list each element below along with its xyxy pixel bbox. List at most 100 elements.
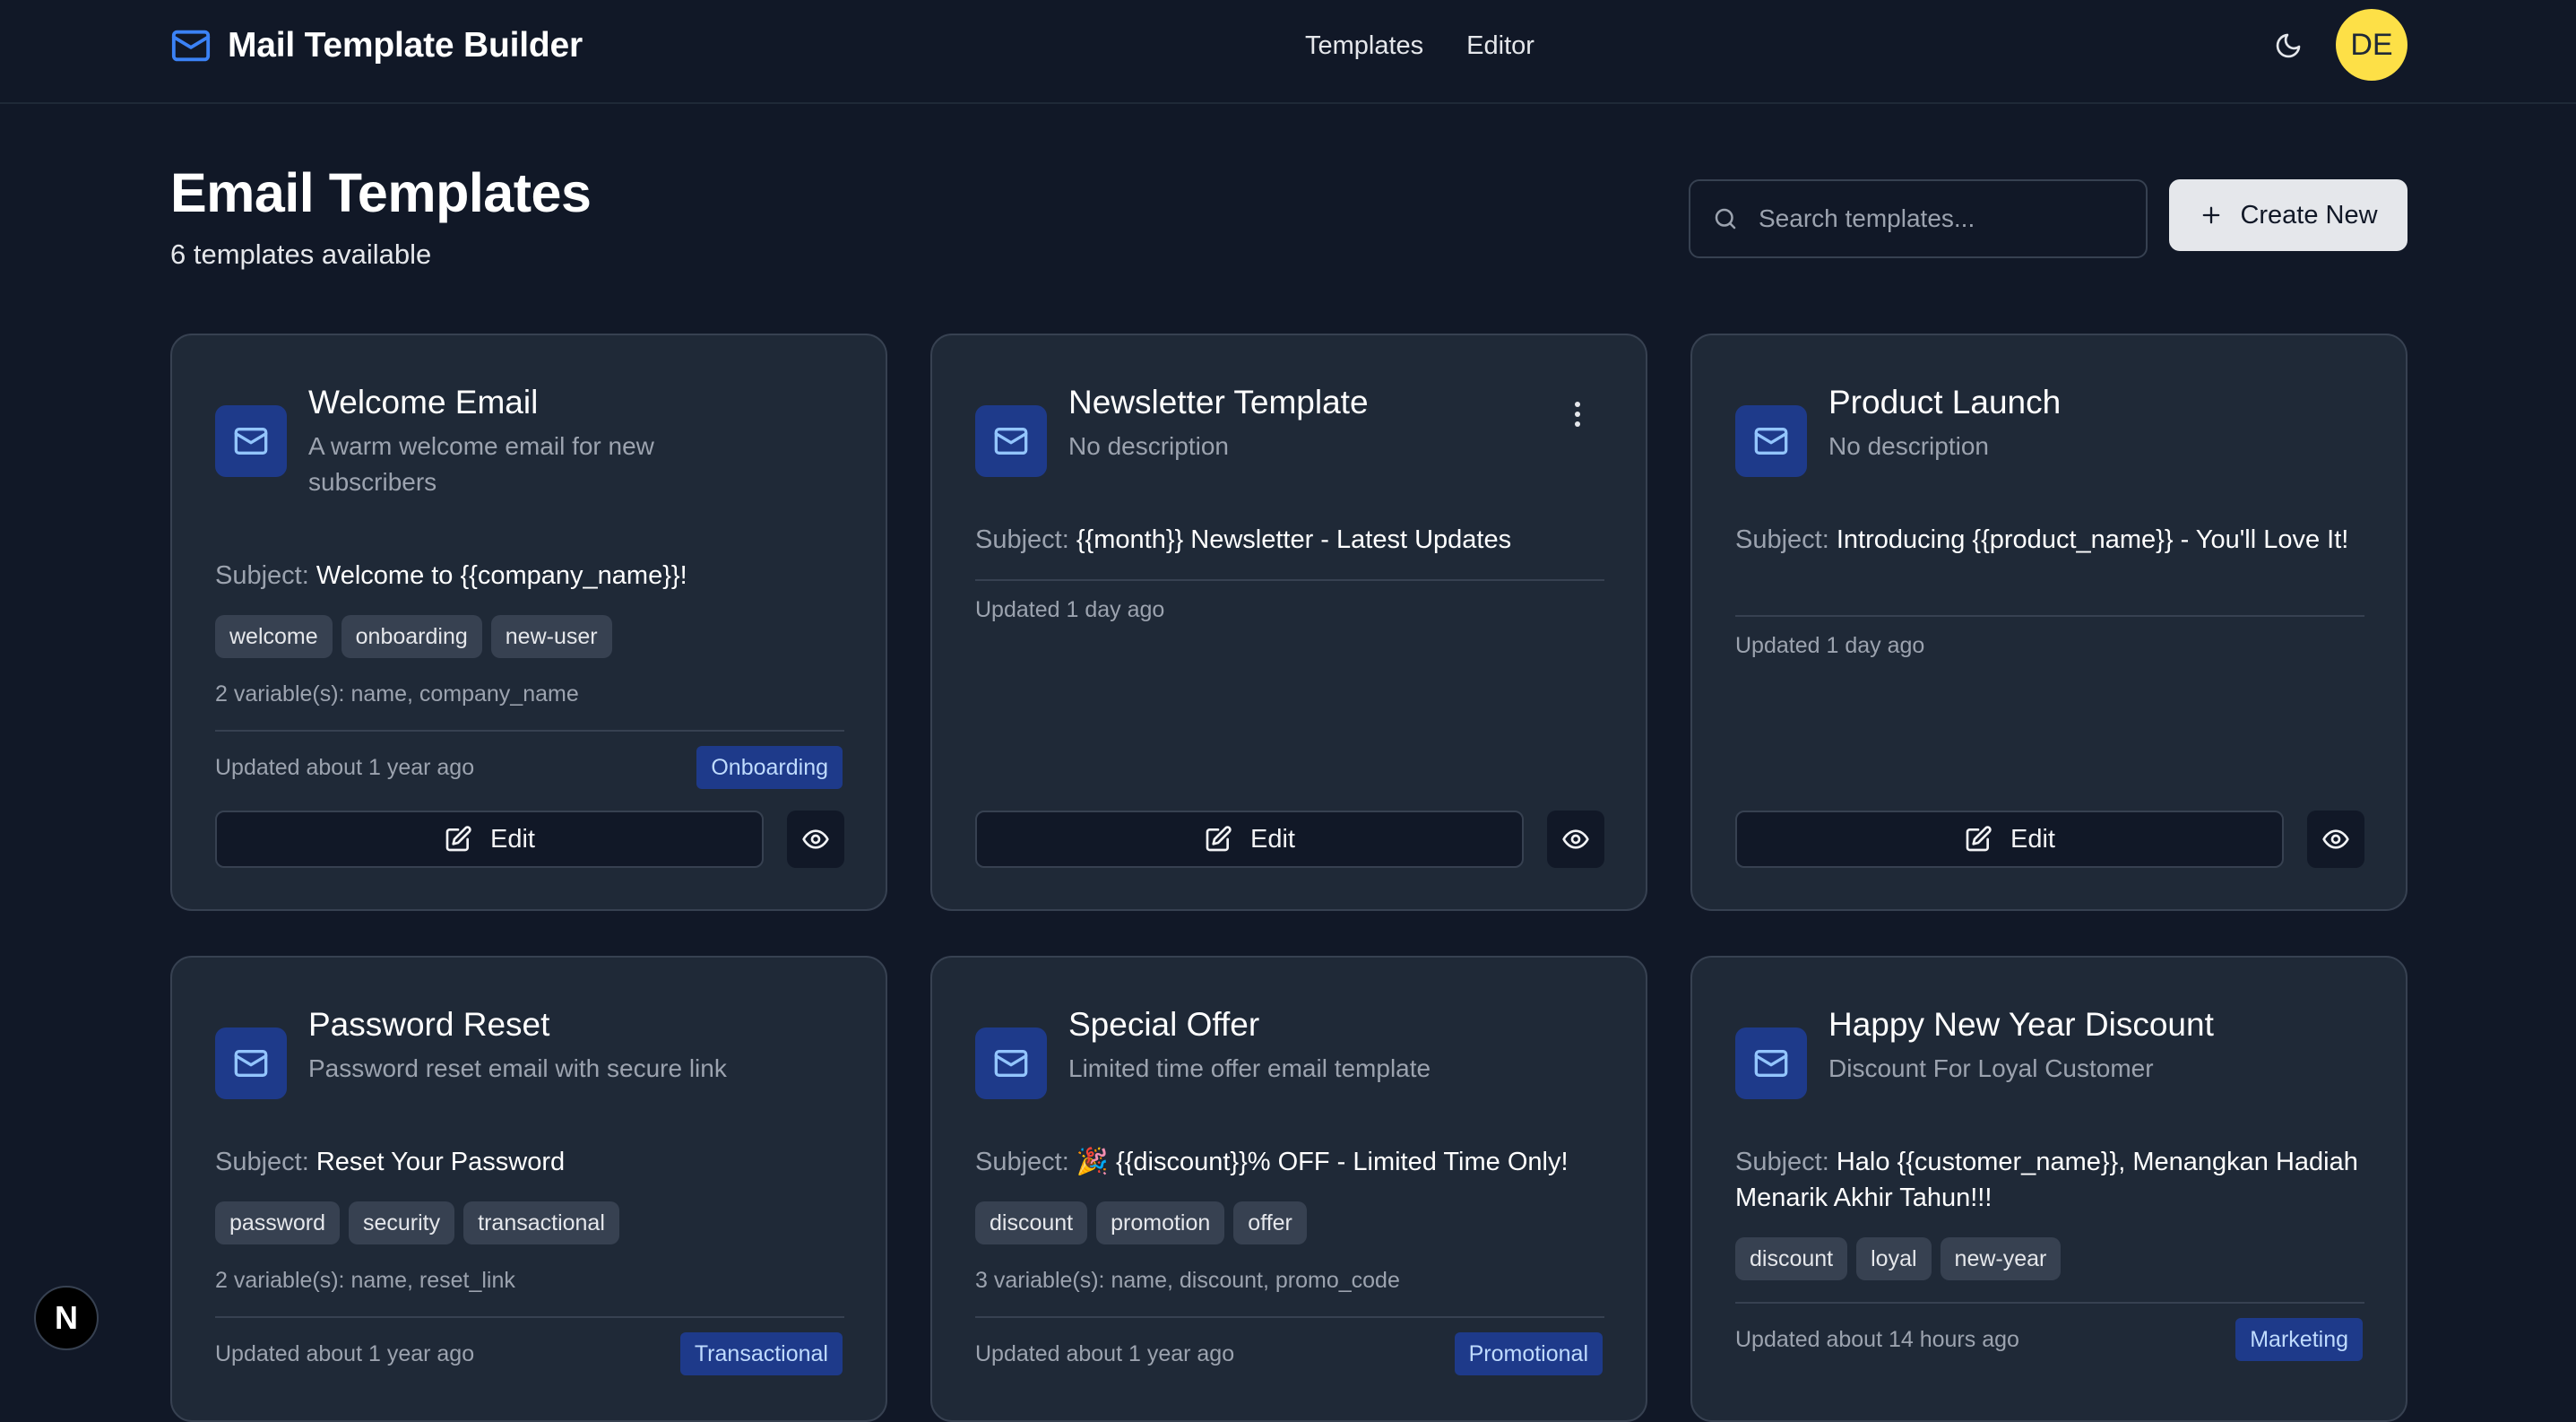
card-divider bbox=[1735, 615, 2364, 617]
top-nav-bar: Mail Template Builder Templates Editor D… bbox=[0, 0, 2576, 104]
card-divider bbox=[975, 1316, 1604, 1318]
tag-chip: welcome bbox=[215, 615, 333, 658]
nav-editor-link[interactable]: Editor bbox=[1466, 31, 1534, 61]
template-subject: Subject: Halo {{customer_name}}, Menangk… bbox=[1735, 1144, 2363, 1216]
template-description: A warm welcome email for new subscribers bbox=[308, 432, 654, 496]
subject-value: Welcome to {{company_name}}! bbox=[316, 561, 687, 590]
subject-value: 🎉 {{discount}}% OFF - Limited Time Only! bbox=[1076, 1148, 1569, 1176]
tag-chip: transactional bbox=[463, 1201, 619, 1244]
tag-chip: loyal bbox=[1856, 1237, 1932, 1280]
template-title: Newsletter Template bbox=[1068, 384, 1369, 421]
search-box[interactable] bbox=[1689, 179, 2148, 258]
edit-button[interactable]: Edit bbox=[1735, 811, 2284, 868]
template-title: Happy New Year Discount bbox=[1828, 1006, 2214, 1043]
subject-label: Subject: bbox=[1735, 525, 1829, 554]
subject-label: Subject: bbox=[215, 561, 309, 590]
template-card-password-reset[interactable]: Password Reset Password reset email with… bbox=[170, 956, 887, 1422]
template-description: No description bbox=[1068, 432, 1229, 460]
category-badge: Marketing bbox=[2235, 1318, 2363, 1361]
template-mail-icon bbox=[215, 1027, 287, 1099]
template-subject: Subject: Reset Your Password bbox=[215, 1144, 843, 1180]
tag-chip: discount bbox=[1735, 1237, 1848, 1280]
edit-icon bbox=[1206, 826, 1232, 852]
category-badge: Promotional bbox=[1454, 1332, 1603, 1375]
moon-icon bbox=[2276, 33, 2301, 58]
tag-chip: new-year bbox=[1940, 1237, 2062, 1280]
page-title: Email Templates bbox=[170, 162, 592, 223]
main-nav: Templates Editor bbox=[1305, 25, 1534, 66]
subject-label: Subject: bbox=[215, 1148, 309, 1176]
dev-tools-badge[interactable]: N bbox=[34, 1286, 99, 1350]
tag-list: password security transactional bbox=[215, 1201, 619, 1244]
template-card-happy-new-year[interactable]: Happy New Year Discount Discount For Loy… bbox=[1690, 956, 2407, 1422]
template-subject: Subject: Welcome to {{company_name}}! bbox=[215, 558, 843, 594]
card-divider bbox=[975, 579, 1604, 581]
edit-button[interactable]: Edit bbox=[975, 811, 1524, 868]
subject-value: Reset Your Password bbox=[316, 1148, 566, 1176]
category-badge: Onboarding bbox=[696, 746, 843, 789]
template-title: Password Reset bbox=[308, 1006, 550, 1043]
template-variables: 2 variable(s): name, company_name bbox=[215, 681, 579, 707]
template-title: Special Offer bbox=[1068, 1006, 1260, 1043]
nav-templates-link[interactable]: Templates bbox=[1305, 31, 1423, 61]
category-badge: Transactional bbox=[679, 1332, 843, 1375]
edit-icon bbox=[1966, 826, 1992, 852]
eye-icon bbox=[2322, 829, 2349, 849]
edit-button[interactable]: Edit bbox=[215, 811, 764, 868]
tag-chip: discount bbox=[975, 1201, 1088, 1244]
template-subject: Subject: {{month}} Newsletter - Latest U… bbox=[975, 522, 1603, 558]
card-divider bbox=[215, 1316, 844, 1318]
search-input[interactable] bbox=[1759, 204, 2117, 233]
template-description: No description bbox=[1828, 432, 1989, 460]
tag-chip: promotion bbox=[1096, 1201, 1225, 1244]
template-mail-icon bbox=[1735, 405, 1807, 477]
template-card-special-offer[interactable]: Special Offer Limited time offer email t… bbox=[930, 956, 1647, 1422]
app-title: Mail Template Builder bbox=[228, 26, 583, 65]
template-description: Limited time offer email template bbox=[1068, 1054, 1431, 1082]
template-card-product-launch[interactable]: Product Launch No description Subject: I… bbox=[1690, 334, 2407, 911]
brand[interactable]: Mail Template Builder bbox=[170, 25, 583, 66]
tag-list: discount loyal new-year bbox=[1735, 1237, 2062, 1280]
template-updated: Updated 1 day ago bbox=[1735, 633, 1925, 658]
create-new-label: Create New bbox=[2240, 200, 2378, 230]
tag-list: welcome onboarding new-user bbox=[215, 615, 612, 658]
template-card-welcome-email[interactable]: Welcome Email A warm welcome email for n… bbox=[170, 334, 887, 911]
subject-value: {{month}} Newsletter - Latest Updates bbox=[1076, 525, 1512, 554]
template-subject: Subject: Introducing {{product_name}} - … bbox=[1735, 522, 2363, 558]
card-divider bbox=[1735, 1302, 2364, 1304]
edit-label: Edit bbox=[2010, 824, 2055, 854]
template-card-newsletter[interactable]: Newsletter Template No description Subje… bbox=[930, 334, 1647, 911]
more-options-icon[interactable] bbox=[1567, 396, 1588, 432]
template-updated: Updated about 14 hours ago bbox=[1735, 1327, 2019, 1352]
template-updated: Updated about 1 year ago bbox=[215, 755, 475, 780]
template-variables: 2 variable(s): name, reset_link bbox=[215, 1268, 515, 1293]
templates-count: 6 templates available bbox=[170, 238, 432, 270]
preview-button[interactable] bbox=[787, 811, 844, 868]
preview-button[interactable] bbox=[2307, 811, 2364, 868]
template-title: Product Launch bbox=[1828, 384, 2062, 421]
search-icon bbox=[1715, 208, 1736, 230]
template-mail-icon bbox=[215, 405, 287, 477]
template-mail-icon bbox=[975, 405, 1047, 477]
preview-button[interactable] bbox=[1547, 811, 1604, 868]
template-title: Welcome Email bbox=[308, 384, 539, 421]
edit-label: Edit bbox=[490, 824, 535, 854]
create-new-button[interactable]: Create New bbox=[2169, 179, 2407, 251]
subject-label: Subject: bbox=[975, 525, 1069, 554]
tag-chip: onboarding bbox=[341, 615, 482, 658]
template-variables: 3 variable(s): name, discount, promo_cod… bbox=[975, 1268, 1400, 1293]
template-mail-icon bbox=[1735, 1027, 1807, 1099]
card-divider bbox=[215, 730, 844, 732]
theme-toggle-button[interactable] bbox=[2266, 25, 2311, 66]
edit-label: Edit bbox=[1250, 824, 1295, 854]
tag-chip: offer bbox=[1233, 1201, 1307, 1244]
template-updated: Updated about 1 year ago bbox=[975, 1341, 1235, 1366]
plus-icon bbox=[2203, 206, 2220, 224]
tag-chip: security bbox=[349, 1201, 455, 1244]
subject-label: Subject: bbox=[975, 1148, 1069, 1176]
template-description: Discount For Loyal Customer bbox=[1828, 1054, 2154, 1082]
user-avatar[interactable]: DE bbox=[2336, 9, 2407, 81]
subject-value: Introducing {{product_name}} - You'll Lo… bbox=[1836, 525, 2349, 554]
template-subject: Subject: 🎉 {{discount}}% OFF - Limited T… bbox=[975, 1144, 1603, 1180]
eye-icon bbox=[1562, 829, 1589, 849]
